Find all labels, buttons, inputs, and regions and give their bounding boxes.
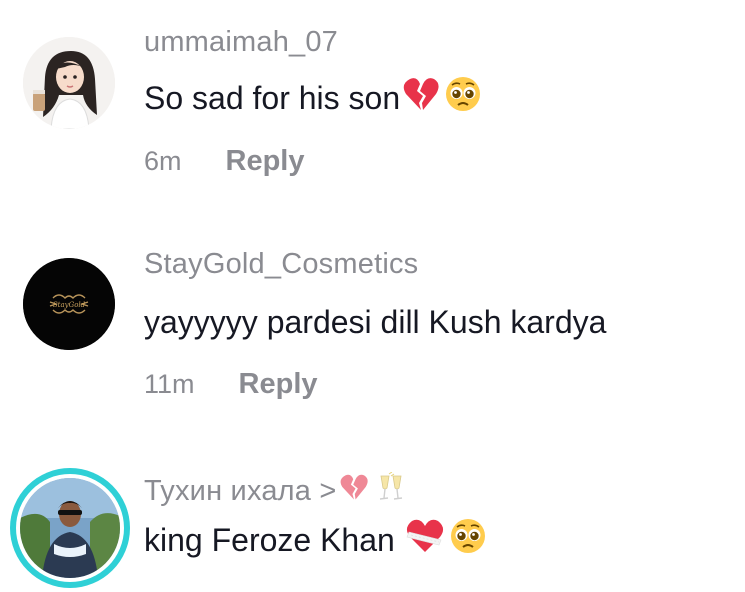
pleading-face-icon (444, 75, 482, 121)
comment-text: So sad for his son (144, 75, 482, 121)
broken-heart-icon (402, 76, 440, 120)
reply-button[interactable]: Reply (226, 145, 305, 178)
comment-time: 11m (144, 369, 195, 399)
comment-text: yayyyyy pardesi dill Kush kardya (144, 302, 606, 342)
comment-meta: 6m Reply (144, 145, 305, 178)
comment-text-body: So sad for his son (144, 79, 401, 116)
reply-button[interactable]: Reply (239, 368, 318, 401)
avatar-girl-illustration (23, 37, 115, 129)
champagne-glasses-icon (375, 471, 407, 510)
staygold-logo-icon: StayGold (23, 258, 115, 350)
mending-heart-icon (405, 518, 445, 562)
avatar[interactable] (23, 37, 115, 129)
avatar[interactable]: StayGold (23, 258, 115, 350)
comment-meta: 11m Reply (144, 368, 318, 401)
comment-username[interactable]: Тухин ихала > (144, 471, 407, 510)
pleading-face-icon (449, 517, 487, 563)
comment-text-body: yayyyyy pardesi dill Kush kardya (144, 303, 607, 340)
comment-item: Тухин ихала > king Feroze Khan (0, 460, 745, 592)
man-photo-icon (20, 478, 120, 578)
comment-item: ummaimah_07 So sad for his son 6m Reply (0, 0, 745, 200)
comment-time: 6m (144, 146, 182, 176)
comment-item: StayGold StayGold_Cosmetics yayyyyy pard… (0, 230, 745, 430)
svg-text:StayGold: StayGold (53, 301, 86, 309)
avatar[interactable] (10, 468, 130, 588)
comment-text-body: king Feroze Khan (144, 521, 395, 558)
broken-heart-icon (339, 473, 369, 509)
comment-username[interactable]: StayGold_Cosmetics (144, 248, 418, 281)
avatar-photo (20, 478, 120, 578)
comment-username[interactable]: ummaimah_07 (144, 26, 338, 59)
comment-username-text: Тухин ихала > (144, 474, 337, 507)
comment-text: king Feroze Khan (144, 517, 487, 563)
